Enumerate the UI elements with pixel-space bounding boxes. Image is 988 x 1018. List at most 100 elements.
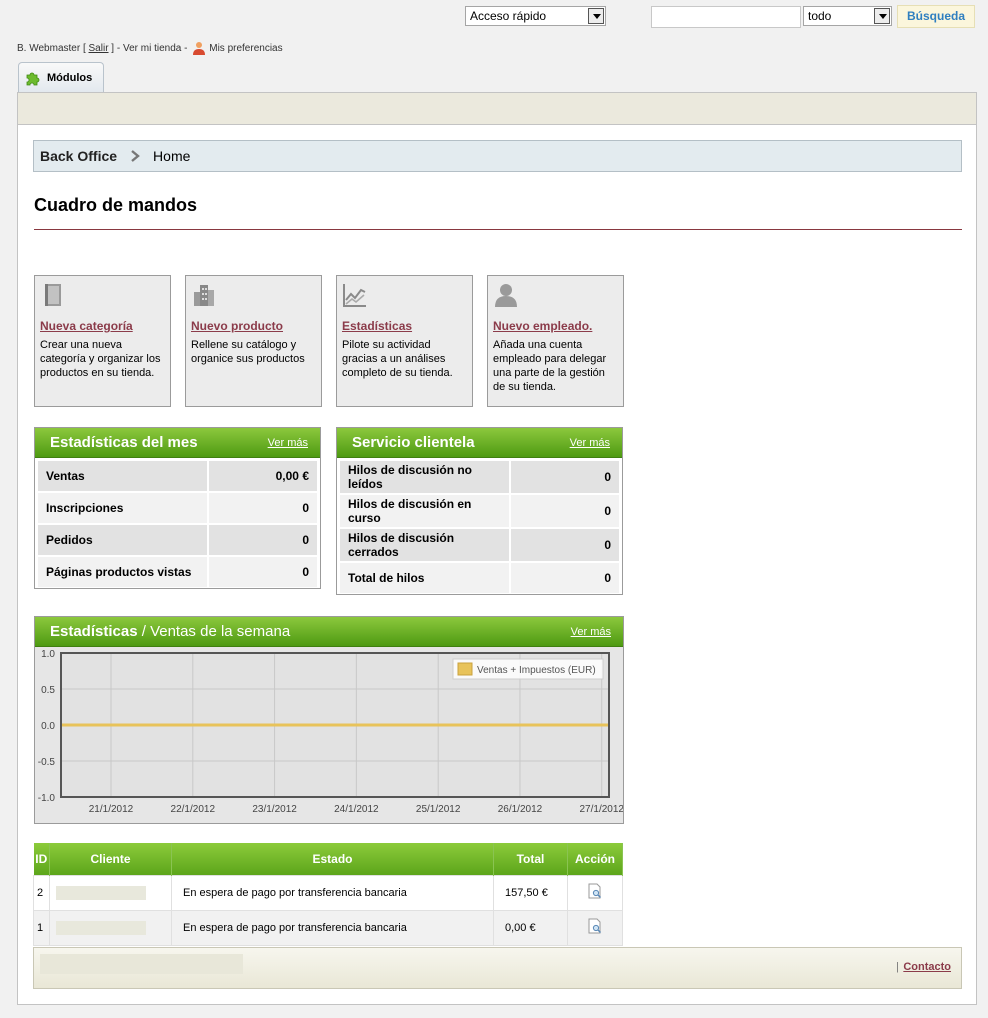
thread-label: Hilos de discusión en curso	[340, 495, 509, 527]
thread-value: 0	[511, 529, 619, 561]
search-scope-value: todo	[808, 9, 832, 23]
footer-separator: |	[896, 961, 899, 973]
quick-access-value: Acceso rápido	[470, 9, 547, 23]
stat-value: 0,00 €	[209, 461, 317, 491]
order-client-value	[56, 920, 146, 935]
new-product-desc: Rellene su catálogo y organice sus produ…	[191, 339, 305, 365]
chevron-down-icon[interactable]	[588, 8, 604, 24]
contact-link[interactable]: Contacto	[903, 961, 951, 973]
separator-dash: -	[181, 42, 191, 54]
search-button[interactable]: Búsqueda	[897, 5, 975, 28]
recent-orders: ID Cliente Estado Total Acción 2 En espe…	[33, 843, 623, 946]
stat-label: Páginas productos vistas	[38, 557, 207, 587]
user-preferences-icon[interactable]	[192, 41, 206, 55]
table-row: Hilos de discusión cerrados 0	[340, 529, 619, 561]
breadcrumb-current: Home	[153, 148, 191, 164]
order-total: 0,00 €	[493, 909, 568, 946]
new-employee-link[interactable]: Nuevo empleado.	[493, 319, 618, 333]
new-category-link[interactable]: Nueva categoría	[40, 319, 165, 333]
order-total: 157,50 €	[493, 874, 568, 911]
col-client: Cliente	[49, 843, 172, 875]
table-row: Pedidos 0	[38, 525, 317, 555]
view-store-link[interactable]: Ver mi tienda	[123, 43, 181, 54]
x-tick-label: 24/1/2012	[334, 804, 379, 815]
customer-service-header: Servicio clientela Ver más	[337, 428, 622, 458]
quick-action-statistics[interactable]: Estadísticas Pilote su actividad gracias…	[336, 275, 473, 407]
y-tick-label: 0.5	[41, 685, 55, 696]
search-input[interactable]	[651, 6, 801, 28]
table-row: Total de hilos 0	[340, 563, 619, 593]
new-product-link[interactable]: Nuevo producto	[191, 319, 316, 333]
quick-action-new-product[interactable]: Nuevo producto Rellene su catálogo y org…	[185, 275, 322, 407]
order-action	[567, 874, 623, 911]
x-tick-label: 27/1/2012	[579, 804, 623, 815]
order-status: En espera de pago por transferencia banc…	[171, 909, 494, 946]
weekly-chart-slash: /	[137, 623, 151, 640]
new-employee-desc: Añada una cuenta empleado para delegar u…	[493, 339, 607, 393]
breadcrumb-root[interactable]: Back Office	[40, 148, 117, 164]
table-row: Páginas productos vistas 0	[38, 557, 317, 587]
orders-table: ID Cliente Estado Total Acción 2 En espe…	[33, 843, 623, 946]
title-divider	[34, 229, 962, 230]
order-client	[49, 909, 172, 946]
search-scope-select[interactable]: todo	[803, 6, 892, 26]
customer-service-more-link[interactable]: Ver más	[570, 428, 610, 458]
statistics-desc: Pilote su actividad gracias a un análise…	[342, 339, 453, 379]
new-category-desc: Crear una nueva categoría y organizar lo…	[40, 339, 161, 379]
thread-value: 0	[511, 461, 619, 493]
preferences-link[interactable]: Mis preferencias	[209, 43, 282, 54]
breadcrumb: Back Office Home	[33, 140, 962, 172]
chart-icon	[343, 284, 366, 307]
chevron-down-icon[interactable]	[874, 8, 890, 24]
stat-label: Inscripciones	[38, 493, 207, 523]
quick-access-select[interactable]: Acceso rápido	[465, 6, 606, 26]
user-bar: B. Webmaster [ Salir ] - Ver mi tienda -…	[17, 41, 283, 55]
x-tick-label: 22/1/2012	[171, 804, 216, 815]
table-row: Hilos de discusión en curso 0	[340, 495, 619, 527]
tab-modules-label: Módulos	[47, 72, 93, 84]
logout-link[interactable]: Salir	[89, 43, 109, 54]
sub-tab-bar	[17, 92, 977, 125]
quick-action-new-employee[interactable]: Nuevo empleado. Añada una cuenta emplead…	[487, 275, 624, 407]
order-id: 2	[33, 874, 50, 911]
x-tick-label: 25/1/2012	[416, 804, 461, 815]
weekly-chart-more-link[interactable]: Ver más	[571, 617, 611, 647]
col-id: ID	[33, 843, 50, 875]
table-row: Inscripciones 0	[38, 493, 317, 523]
puzzle-icon	[26, 72, 40, 86]
weekly-chart-title: Estadísticas	[50, 623, 138, 640]
main-content: Back Office Home Cuadro de mandos Nueva …	[17, 125, 977, 1005]
thread-label: Hilos de discusión no leídos	[340, 461, 509, 493]
order-client-value	[56, 885, 146, 900]
thread-label: Total de hilos	[340, 563, 509, 593]
tab-modules[interactable]: Módulos	[18, 62, 104, 93]
view-order-icon[interactable]	[587, 883, 603, 899]
quick-action-new-category[interactable]: Nueva categoría Crear una nueva categorí…	[34, 275, 171, 407]
stat-value: 0	[209, 557, 317, 587]
thread-label: Hilos de discusión cerrados	[340, 529, 509, 561]
table-row: Hilos de discusión no leídos 0	[340, 461, 619, 493]
month-stats-table: Ventas 0,00 € Inscripciones 0 Pedidos 0 …	[35, 458, 320, 590]
customer-service-title: Servicio clientela	[352, 434, 475, 451]
y-tick-label: -0.5	[38, 757, 56, 768]
view-order-icon[interactable]	[587, 918, 603, 934]
weekly-chart-area: 1.0 0.5 0.0 -0.5 -1.0 21/1/2012 22/1/2012 23/1/…	[35, 647, 624, 823]
building-icon	[194, 285, 214, 306]
month-stats-more-link[interactable]: Ver más	[268, 428, 308, 458]
table-row: Ventas 0,00 €	[38, 461, 317, 491]
page-title: Cuadro de mandos	[34, 195, 198, 215]
statistics-link[interactable]: Estadísticas	[342, 319, 467, 333]
weekly-sales-header: Estadísticas / Ventas de la semana Ver m…	[35, 617, 623, 647]
footer-info	[40, 954, 243, 974]
user-name: B. Webmaster	[17, 42, 81, 54]
book-icon	[45, 284, 61, 306]
customer-service-panel: Servicio clientela Ver más Hilos de disc…	[336, 427, 623, 595]
stat-label: Ventas	[38, 461, 207, 491]
bracket-close: ] -	[108, 42, 123, 54]
table-row: 2 En espera de pago por transferencia ba…	[33, 874, 623, 911]
customer-service-table: Hilos de discusión no leídos 0 Hilos de …	[337, 458, 622, 596]
order-client	[49, 874, 172, 911]
month-stats-title: Estadísticas del mes	[50, 434, 198, 451]
x-tick-label: 26/1/2012	[498, 804, 543, 815]
bracket-open: [	[80, 42, 89, 54]
